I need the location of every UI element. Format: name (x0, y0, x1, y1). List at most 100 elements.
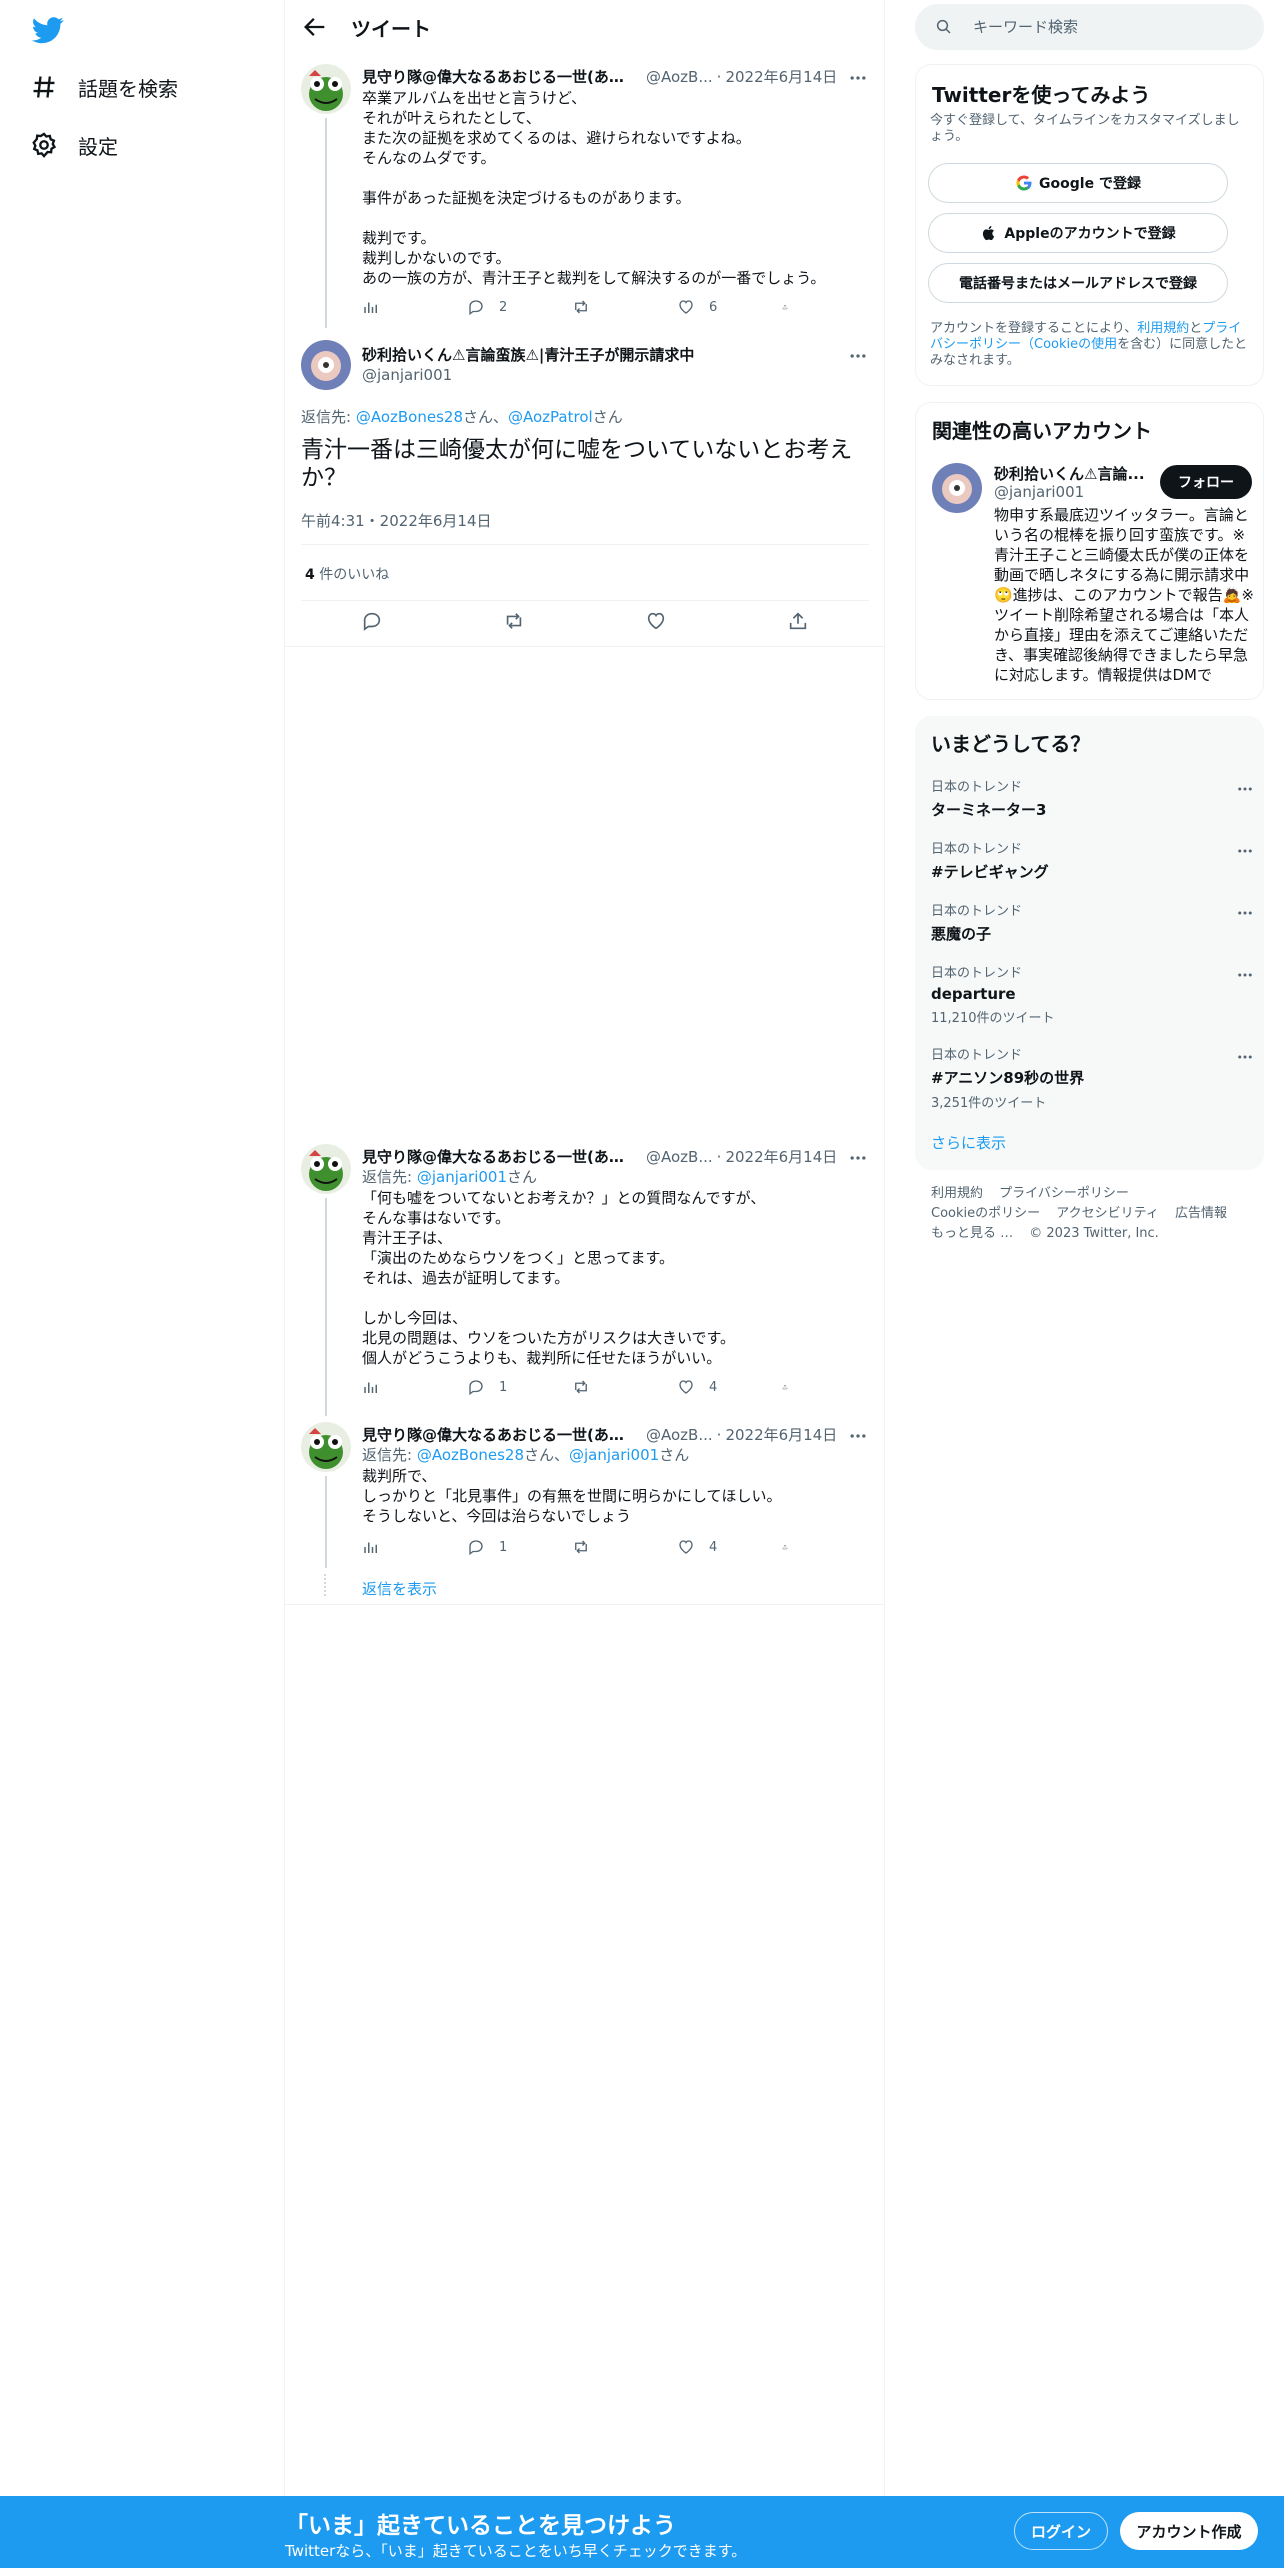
author-handle[interactable]: @AozB... (646, 1148, 713, 1166)
google-signup-button[interactable]: Google で登録 (928, 163, 1228, 203)
footer-link[interactable]: 利用規約 (931, 1186, 983, 1201)
more-options-icon[interactable] (847, 68, 869, 88)
like-button[interactable]: 4 (677, 1538, 757, 1556)
trend-item[interactable]: 日本のトレンド #テレビギャング (931, 838, 1252, 882)
likes-number: 4 (305, 567, 315, 583)
back-arrow-icon[interactable] (301, 13, 329, 41)
more-options-icon[interactable] (1235, 904, 1255, 922)
mention-link[interactable]: @janjari001 (417, 1168, 507, 1186)
like-button[interactable]: 4 (677, 1378, 757, 1396)
frog-avatar-icon (301, 1422, 351, 1472)
tweet-card[interactable]: 見守り隊@偉大なるあおじる一世(あお... @AozB... · 2022年6月… (285, 1414, 885, 1604)
cookie-link[interactable]: （Cookieの使用 (1021, 337, 1117, 352)
reply-suffix: さん (507, 1168, 538, 1186)
tweet-date[interactable]: 2022年6月14日 (725, 66, 837, 87)
terms-link[interactable]: 利用規約 (1137, 321, 1189, 336)
follow-button[interactable]: フォロー (1160, 465, 1252, 499)
share-icon (782, 1384, 788, 1390)
author-name[interactable]: 見守り隊@偉大なるあおじる一世(あお... (362, 66, 637, 87)
views-button[interactable] (362, 1378, 442, 1396)
like-button[interactable]: 6 (677, 298, 757, 316)
share-button[interactable] (782, 1378, 802, 1396)
avatar[interactable] (301, 1422, 351, 1472)
signup-button[interactable]: アカウント作成 (1120, 2512, 1258, 2550)
more-options-icon[interactable] (847, 346, 869, 366)
mention-link[interactable]: @AozPatrol (508, 408, 593, 426)
author-name[interactable]: 砂利拾いくん⚠言論蛮族⚠|青汁王子が開示請求中 (362, 344, 694, 365)
nav-item-explore[interactable]: 話題を検索 (30, 63, 178, 111)
reply-button[interactable]: 1 (467, 1538, 547, 1556)
mention-link[interactable]: @AozBones28 (356, 408, 463, 426)
login-button[interactable]: ログイン (1014, 2512, 1108, 2550)
related-account-name[interactable]: 砂利拾いくん⚠言論... (994, 463, 1154, 484)
more-options-icon[interactable] (1235, 842, 1255, 860)
like-count: 6 (709, 299, 718, 315)
tweet-date[interactable]: 2022年6月14日 (725, 1424, 837, 1445)
more-options-icon[interactable] (847, 1148, 869, 1168)
reply-button[interactable]: 2 (467, 298, 547, 316)
separator: · (716, 1425, 722, 1444)
mention-link[interactable]: @janjari001 (569, 1446, 659, 1464)
author-handle[interactable]: @AozB... (646, 68, 713, 86)
views-button[interactable] (362, 1538, 442, 1556)
footer-link[interactable]: Cookieのポリシー (931, 1206, 1040, 1221)
more-options-icon[interactable] (847, 1426, 869, 1446)
trend-item[interactable]: 日本のトレンド departure 11,210件のツイート (931, 962, 1252, 1026)
avatar[interactable] (301, 340, 351, 390)
footer-link[interactable]: プライバシーポリシー (999, 1186, 1129, 1201)
author-name[interactable]: 見守り隊@偉大なるあおじる一世(あお... (362, 1424, 637, 1445)
avatar[interactable] (301, 1144, 351, 1194)
retweet-button[interactable] (572, 298, 652, 316)
thread-line (325, 118, 327, 328)
mention-link[interactable]: @AozBones28 (417, 1446, 524, 1464)
retweet-button[interactable] (572, 1538, 652, 1556)
views-button[interactable] (362, 298, 442, 316)
thread-dots (324, 1574, 326, 1596)
retweet-button[interactable] (572, 1378, 652, 1396)
footer-links: 利用規約 プライバシーポリシー Cookieのポリシー アクセシビリティ 広告情… (931, 1184, 1251, 1244)
more-options-icon[interactable] (1235, 966, 1255, 984)
more-options-icon[interactable] (1235, 1048, 1255, 1066)
retweet-icon[interactable] (503, 610, 525, 632)
trend-item[interactable]: 日本のトレンド ターミネーター3 (931, 776, 1252, 820)
trend-count: 11,210件のツイート (931, 1011, 1055, 1026)
search-input[interactable] (973, 18, 1253, 36)
show-more-link[interactable]: さらに表示 (931, 1132, 1006, 1153)
show-replies-link[interactable]: 返信を表示 (362, 1578, 437, 1599)
share-button[interactable] (782, 298, 802, 316)
tweet-card[interactable]: 見守り隊@偉大なるあおじる一世(あお... @AozB... · 2022年6月… (285, 56, 885, 328)
footer-link[interactable]: もっと見る … (931, 1226, 1013, 1241)
likes-count[interactable]: 4 件のいいね (305, 564, 389, 584)
trend-name: ターミネーター3 (931, 801, 1047, 819)
trend-item[interactable]: 日本のトレンド 悪魔の子 (931, 900, 1252, 944)
related-title: 関連性の高いアカウント (932, 419, 1152, 443)
tweet-date[interactable]: 2022年6月14日 (725, 1146, 837, 1167)
trend-category: 日本のトレンド (931, 904, 1023, 919)
avatar[interactable] (932, 463, 982, 513)
author-handle[interactable]: @AozB... (646, 1426, 713, 1444)
apple-signup-button[interactable]: Appleのアカウントで登録 (928, 213, 1228, 253)
reply-button[interactable]: 1 (467, 1378, 547, 1396)
tweet-timestamp[interactable]: 午前4:31・2022年6月14日 (301, 510, 492, 531)
share-icon[interactable] (787, 610, 809, 632)
phone-email-signup-button[interactable]: 電話番号またはメールアドレスで登録 (928, 263, 1228, 303)
tweet-card[interactable]: 見守り隊@偉大なるあおじる一世(あお... @AozB... · 2022年6月… (285, 1136, 885, 1416)
avatar[interactable] (301, 64, 351, 114)
heart-icon (679, 1380, 693, 1394)
share-button[interactable] (782, 1538, 802, 1556)
trend-name: departure (931, 985, 1016, 1003)
more-options-icon[interactable] (1235, 780, 1255, 798)
reply-icon[interactable] (361, 610, 383, 632)
heart-icon[interactable] (645, 610, 667, 632)
nav-item-settings[interactable]: 設定 (30, 121, 118, 169)
search-box[interactable] (915, 4, 1264, 50)
related-account-handle[interactable]: @janjari001 (994, 483, 1084, 501)
trend-item[interactable]: 日本のトレンド #アニソン89秒の世界 3,251件のツイート (931, 1044, 1252, 1111)
author-name[interactable]: 見守り隊@偉大なるあおじる一世(あお... (362, 1146, 637, 1167)
footer-link[interactable]: 広告情報 (1175, 1206, 1227, 1221)
twitter-bird-icon[interactable] (30, 14, 66, 46)
left-navigation: 話題を検索 設定 (0, 0, 285, 2500)
author-handle[interactable]: @janjari001 (362, 366, 452, 384)
footer-link[interactable]: アクセシビリティ (1056, 1206, 1159, 1221)
terms-text: アカウントを登録することにより、利用規約とプライバシーポリシー（Cookieの使… (930, 321, 1250, 369)
